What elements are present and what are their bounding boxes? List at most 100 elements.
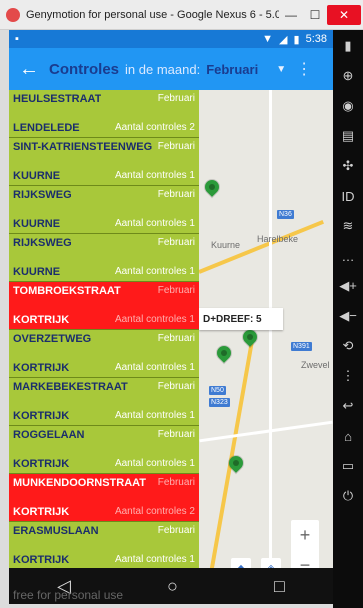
row-month: Februari: [157, 237, 195, 248]
row-month: Februari: [157, 477, 195, 488]
control-count: Aantal controles 2: [114, 122, 195, 133]
rotate-icon[interactable]: ⟲: [338, 336, 358, 356]
row-month: Februari: [157, 429, 195, 440]
control-count: Aantal controles 1: [114, 314, 195, 325]
control-count: Aantal controles 2: [114, 506, 195, 517]
map-marker-icon[interactable]: [202, 177, 222, 197]
list-item[interactable]: TOMBROEKSTRAAT Februari KORTRIJK Aantal con…: [9, 282, 199, 330]
controles-list[interactable]: HEULSESTRAAT Februari LENDELEDE Aantal cont…: [9, 90, 199, 568]
toolbar-subtitle: in de maand:: [125, 61, 201, 77]
window-title: Genymotion for personal use - Google Nex…: [26, 8, 279, 21]
wifi-icon[interactable]: ≋: [338, 216, 358, 236]
row-month: Februari: [157, 285, 195, 296]
volume-down-icon[interactable]: ◀−: [338, 306, 358, 326]
wifi-icon: ▼: [262, 33, 274, 45]
map-info-window[interactable]: D+DREEF: 5: [199, 308, 283, 330]
street-name: ROGGELAAN: [13, 429, 85, 441]
city-name: KUURNE: [13, 266, 61, 278]
watermark-text: free for personal use: [13, 588, 124, 602]
control-count: Aantal controles 1: [114, 554, 195, 565]
city-name: KORTRIJK: [13, 314, 70, 326]
control-count: Aantal controles 1: [114, 458, 195, 469]
home-icon[interactable]: ⌂: [338, 426, 358, 446]
map-road: [208, 341, 254, 568]
more-icon[interactable]: ⋮: [338, 366, 358, 386]
road-badge: N50: [209, 386, 226, 395]
notification-icon: ▪: [15, 33, 19, 45]
clock-text: 5:38: [305, 33, 327, 45]
list-item[interactable]: MUNKENDOORNSTRAAT Februari KORTRIJK Aantal …: [9, 474, 199, 522]
row-month: Februari: [157, 525, 195, 536]
power-icon[interactable]: ⏻: [338, 486, 358, 506]
street-name: ERASMUSLAAN: [13, 525, 99, 537]
street-name: RIJKSWEG: [13, 189, 72, 201]
maximize-button[interactable]: ☐: [303, 5, 327, 25]
road-badge: N36: [277, 210, 294, 219]
row-month: Februari: [157, 189, 195, 200]
gps-icon[interactable]: ⊕: [338, 66, 358, 86]
city-name: KORTRIJK: [13, 362, 70, 374]
android-screen: ▪ ▼ ◢ ▮ 5:38 ← Controles in de maand: Fe…: [9, 30, 333, 604]
overflow-menu-icon[interactable]: ⋮: [296, 59, 312, 79]
road-badge: N323: [209, 398, 230, 407]
nav-recents-icon[interactable]: □: [274, 576, 285, 597]
menu-icon[interactable]: …: [338, 246, 358, 266]
street-name: MARKEBEKESTRAAT: [13, 381, 128, 393]
id-icon[interactable]: ID: [338, 186, 358, 206]
list-item[interactable]: HEULSESTRAAT Februari LENDELEDE Aantal cont…: [9, 90, 199, 138]
back-icon[interactable]: ↩: [338, 396, 358, 416]
city-name: KUURNE: [13, 218, 61, 230]
city-name: KORTRIJK: [13, 506, 70, 518]
nav-home-icon[interactable]: ○: [167, 576, 178, 597]
list-item[interactable]: MARKEBEKESTRAAT Februari KORTRIJK Aantal co…: [9, 378, 199, 426]
list-item[interactable]: ERASMUSLAAN Februari KORTRIJK Aantal contro…: [9, 522, 199, 568]
row-month: Februari: [157, 93, 195, 104]
recents-icon[interactable]: ▭: [338, 456, 358, 476]
back-arrow-icon[interactable]: ←: [9, 58, 49, 81]
street-name: HEULSESTRAAT: [13, 93, 102, 105]
city-name: KORTRIJK: [13, 410, 70, 422]
camera-icon[interactable]: ◉: [338, 96, 358, 116]
list-item[interactable]: OVERZETWEG Februari KORTRIJK Aantal control…: [9, 330, 199, 378]
row-month: Februari: [157, 381, 195, 392]
list-item[interactable]: ROGGELAAN Februari KORTRIJK Aantal controle…: [9, 426, 199, 474]
control-count: Aantal controles 1: [114, 362, 195, 373]
city-name: LENDELEDE: [13, 122, 80, 134]
genymotion-side-panel: ▮ ⊕ ◉ ▤ ✣ ID ≋ … ◀+ ◀− ⟲ ⋮ ↩ ⌂ ▭ ⏻: [333, 30, 363, 608]
signal-icon: ◢: [279, 33, 288, 46]
street-name: TOMBROEKSTRAAT: [13, 285, 121, 297]
map-road: [199, 420, 333, 443]
list-item[interactable]: SINT-KATRIENSTEENWEG Februari KUURNE Aantal…: [9, 138, 199, 186]
month-selector[interactable]: Februari: [206, 62, 258, 77]
media-icon[interactable]: ▤: [338, 126, 358, 146]
map-label: Harelbeke: [257, 234, 299, 244]
list-item[interactable]: RIJKSWEG Februari KUURNE Aantal controles 1: [9, 186, 199, 234]
street-name: OVERZETWEG: [13, 333, 92, 345]
dpad-icon[interactable]: ✣: [338, 156, 358, 176]
app-toolbar: ← Controles in de maand: Februari ▼ ⋮: [9, 48, 333, 90]
street-name: SINT-KATRIENSTEENWEG: [13, 141, 153, 153]
control-count: Aantal controles 1: [114, 218, 195, 229]
battery-icon: ▮: [293, 33, 300, 46]
row-month: Februari: [157, 333, 195, 344]
city-name: KORTRIJK: [13, 554, 70, 566]
zoom-in-button[interactable]: +: [300, 525, 311, 546]
map-label: Kuurne: [211, 240, 241, 250]
minimize-button[interactable]: —: [279, 5, 303, 25]
toolbar-title: Controles: [49, 60, 120, 78]
road-badge: N391: [291, 342, 312, 351]
window-titlebar: Genymotion for personal use - Google Nex…: [0, 0, 363, 30]
list-item[interactable]: RIJKSWEG Februari KUURNE Aantal controles 1: [9, 234, 199, 282]
map-label: Zwevel: [301, 360, 330, 370]
close-button[interactable]: ✕: [327, 4, 361, 25]
battery-icon[interactable]: ▮: [338, 36, 358, 56]
genymotion-app-icon: [6, 7, 20, 22]
map-marker-icon[interactable]: [214, 343, 234, 363]
control-count: Aantal controles 1: [114, 170, 195, 181]
volume-up-icon[interactable]: ◀+: [338, 276, 358, 296]
chevron-down-icon[interactable]: ▼: [276, 64, 286, 75]
street-name: MUNKENDOORNSTRAAT: [13, 477, 147, 489]
map-marker-icon[interactable]: [240, 327, 260, 347]
row-month: Februari: [157, 141, 195, 152]
control-count: Aantal controles 1: [114, 410, 195, 421]
